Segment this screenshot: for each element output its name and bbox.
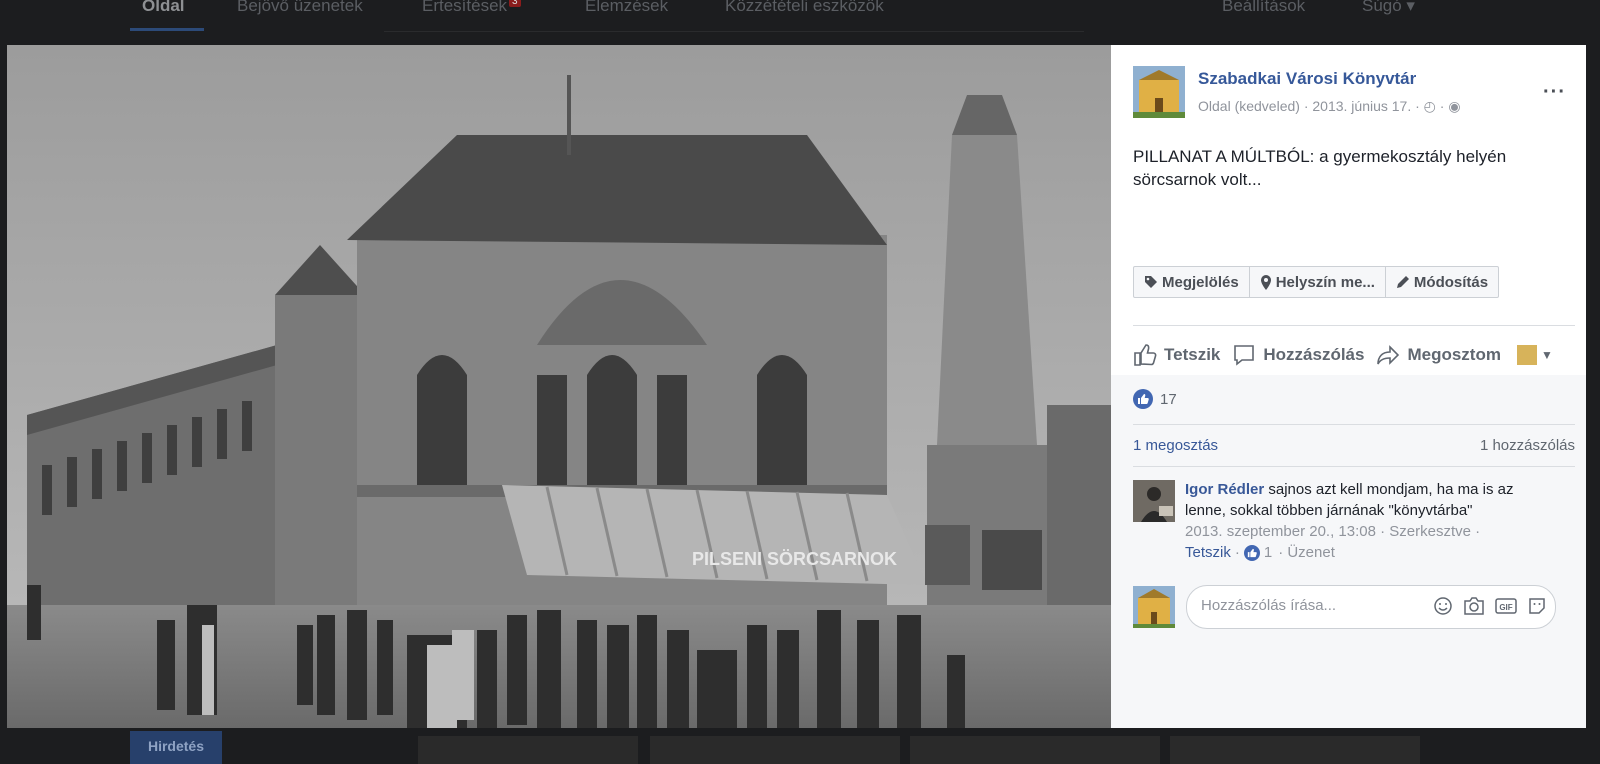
add-location-label: Helyszín me...: [1275, 273, 1375, 291]
comment-button[interactable]: Hozzászólás: [1232, 343, 1364, 367]
post-text: PILLANAT A MÚLTBÓL: a gyermekosztály hel…: [1133, 147, 1507, 189]
share-button[interactable]: Megosztom: [1376, 343, 1501, 367]
notification-badge: 3: [509, 0, 521, 7]
feedback-section: 17 1 megosztás 1 hozzászólás Igor Rédler…: [1111, 375, 1586, 728]
background-page-nav: Oldal Bejövő üzenetek Értesítések 3 Elemz…: [0, 0, 1600, 34]
library-building-thumbnail: [1133, 66, 1185, 118]
comment-body: Igor Rédler sajnos azt kell mondjam, ha …: [1185, 479, 1545, 521]
thumbs-up-icon: [1134, 344, 1157, 366]
comment-count-link[interactable]: 1 hozzászólás: [1480, 437, 1575, 454]
active-tab-underline: [130, 28, 204, 31]
bg-thumbnail: [910, 736, 1160, 764]
comment-like-icon: [1243, 544, 1260, 561]
bg-tab-insights[interactable]: Elemzések: [585, 0, 668, 16]
post-photo[interactable]: PILSENI SÖRCSARNOK: [7, 45, 1111, 728]
library-building-thumbnail: [1133, 586, 1175, 628]
bg-tab-inbox[interactable]: Bejövő üzenetek: [237, 0, 363, 16]
reaction-summary[interactable]: 17: [1133, 389, 1177, 409]
comments-divider: [1133, 466, 1575, 467]
svg-text:GIF: GIF: [1499, 603, 1512, 612]
composer-icons: GIF: [1423, 596, 1547, 616]
comment-message-link[interactable]: · Üzenet: [1278, 544, 1335, 561]
photo-tag-bar: Megjelölés Helyszín me... Módosítás: [1133, 266, 1500, 298]
photo-sign-text: PILSENI SÖRCSARNOK: [692, 549, 897, 569]
more-options-icon[interactable]: ···: [1543, 81, 1566, 104]
bg-divider: [384, 31, 1084, 32]
emoji-icon[interactable]: [1433, 596, 1453, 616]
tag-photo-button[interactable]: Megjelölés: [1134, 267, 1250, 297]
bg-ad-button[interactable]: Hirdetés: [130, 731, 222, 764]
like-label: Tetszik: [1164, 345, 1221, 364]
page-avatar-small: [1516, 345, 1537, 365]
bg-tab-notifications[interactable]: Értesítések 3: [422, 0, 521, 16]
page-avatar[interactable]: [1133, 66, 1185, 118]
comment-input[interactable]: [1199, 596, 1423, 615]
comment-actions: Tetszik · 1 · Üzenet: [1185, 544, 1335, 561]
page-name-link[interactable]: Szabadkai Városi Könyvtár: [1198, 69, 1416, 89]
post-as-selector[interactable]: ▼: [1513, 345, 1553, 365]
bg-tab-oldal[interactable]: Oldal: [142, 0, 185, 16]
commenter-avatar[interactable]: [1133, 480, 1175, 522]
bg-thumbnail: [418, 736, 638, 764]
pencil-icon: [1396, 276, 1409, 288]
bg-help-link[interactable]: Súgó ▾: [1362, 0, 1415, 16]
post-detail-panel: Szabadkai Városi Könyvtár Oldal (kedvele…: [1111, 45, 1586, 728]
like-button[interactable]: Tetszik: [1133, 343, 1220, 367]
photo-illustration: PILSENI SÖRCSARNOK: [7, 45, 1111, 728]
post-meta: Oldal (kedveled) · 2013. június 17. · ◴ …: [1198, 98, 1461, 114]
chevron-down-icon: ▼: [1540, 348, 1553, 362]
tag-photo-label: Megjelölés: [1162, 273, 1239, 291]
comment-composer[interactable]: GIF: [1186, 585, 1556, 629]
camera-icon[interactable]: [1463, 596, 1485, 616]
add-location-button[interactable]: Helyszín me...: [1250, 267, 1386, 297]
sticker-icon[interactable]: [1527, 596, 1547, 616]
bg-settings-link[interactable]: Beállítások: [1222, 0, 1305, 16]
share-label: Megosztom: [1407, 345, 1501, 364]
bg-thumbnail: [1170, 736, 1420, 764]
comment-author-link[interactable]: Igor Rédler: [1185, 481, 1264, 498]
like-count: 17: [1160, 390, 1177, 408]
gif-icon[interactable]: GIF: [1495, 596, 1517, 616]
post-actions: Tetszik Hozzászólás Megosztom ▼: [1133, 342, 1565, 368]
comment-bubble-icon: [1234, 345, 1255, 366]
bg-tab-notifications-label: Értesítések: [422, 0, 508, 15]
comment-like-link[interactable]: Tetszik: [1185, 544, 1231, 561]
reply-avatar: [1133, 586, 1175, 628]
comment-meta: 2013. szeptember 20., 13:08 · Szerkesztv…: [1185, 523, 1481, 540]
edit-label: Módosítás: [1413, 273, 1489, 291]
bg-tab-publishing-tools[interactable]: Közzétételi eszközök: [725, 0, 884, 16]
feedback-divider: [1133, 424, 1575, 425]
bg-thumbnail: [650, 736, 900, 764]
location-pin-icon: [1260, 274, 1271, 290]
tag-icon: [1145, 276, 1157, 288]
share-count-link[interactable]: 1 megosztás: [1133, 437, 1218, 454]
like-reaction-icon: [1133, 389, 1153, 409]
comment-action-separator: ·: [1234, 544, 1240, 561]
edit-button[interactable]: Módosítás: [1386, 267, 1498, 297]
actions-divider: [1133, 325, 1575, 326]
person-photo: [1133, 480, 1175, 522]
share-arrow-icon: [1377, 345, 1400, 365]
comment-label: Hozzászólás: [1263, 345, 1365, 364]
comment-like-count: 1: [1263, 544, 1273, 561]
